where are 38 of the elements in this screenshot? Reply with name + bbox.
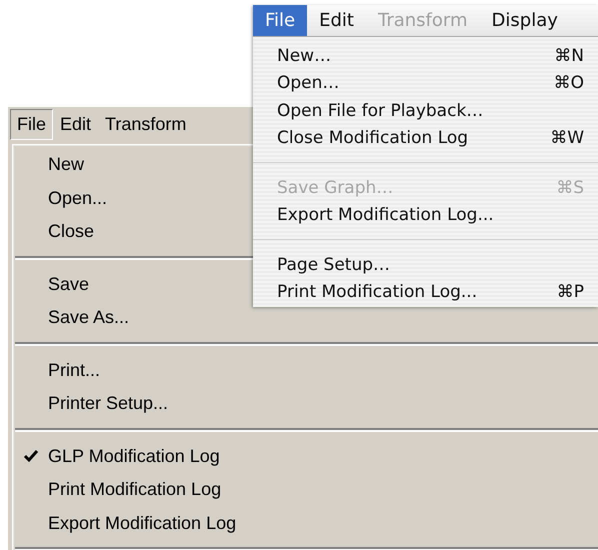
menu-item[interactable]: Printer Setup...	[13, 387, 598, 420]
menu-item-label: Print Modification Log...	[277, 282, 478, 302]
menu-item-label: Open File for Playback…	[277, 100, 484, 121]
menu-item[interactable]: Print...	[13, 354, 598, 387]
menu-item-label: Print Modification Log	[48, 479, 222, 500]
menu-item-label: Close Modification Log	[277, 128, 468, 148]
menu-item-label: Page Setup…	[277, 254, 390, 275]
menu-item-label: Save Graph…	[277, 178, 394, 198]
shortcut-label: ⌘P	[556, 282, 584, 302]
menu-title[interactable]: Display	[480, 5, 570, 36]
shortcut-label: ⌘W	[550, 128, 584, 148]
menu-title[interactable]: File	[253, 5, 308, 36]
menu-title[interactable]: Edit	[53, 109, 98, 140]
menu-item[interactable]: Page Setup…	[253, 251, 598, 278]
menu-item-label: Save As...	[48, 307, 130, 328]
menu-item[interactable]: GLP Modification Log	[13, 440, 598, 473]
menu-item-label: Print...	[48, 360, 100, 381]
menu-title[interactable]: File	[10, 109, 54, 140]
menu-title[interactable]: Edit	[307, 5, 366, 36]
menu-item[interactable]: Print Modification Log	[13, 473, 598, 506]
menu-item-label: New	[48, 154, 84, 176]
menu-item[interactable]: Close Modification Log ⌘W	[253, 124, 598, 152]
menu-item[interactable]: Open File for Playback…	[253, 97, 598, 124]
menu-item-label: New…	[277, 46, 332, 66]
menu-item[interactable]: Export Modification Log	[13, 506, 598, 540]
menu-item[interactable]: Export Modification Log...	[253, 202, 598, 229]
shortcut-label: ⌘O	[554, 73, 584, 94]
menu-item-label: Export Modification Log	[48, 512, 236, 534]
menu-item-label: GLP Modification Log	[48, 446, 220, 467]
menu-title[interactable]: Transform	[98, 109, 194, 140]
shortcut-label: ⌘N	[554, 46, 584, 66]
menu-item-label: Export Modification Log...	[277, 205, 494, 226]
menu-item[interactable]: Open… ⌘O	[253, 70, 598, 97]
menu-item-label: Printer Setup...	[48, 393, 168, 414]
menu-item[interactable]: New… ⌘N	[253, 42, 598, 70]
menu-item-label: Open…	[277, 73, 340, 94]
shortcut-label: ⌘S	[556, 178, 584, 198]
menu-item[interactable]: Print Modification Log... ⌘P	[253, 278, 598, 306]
